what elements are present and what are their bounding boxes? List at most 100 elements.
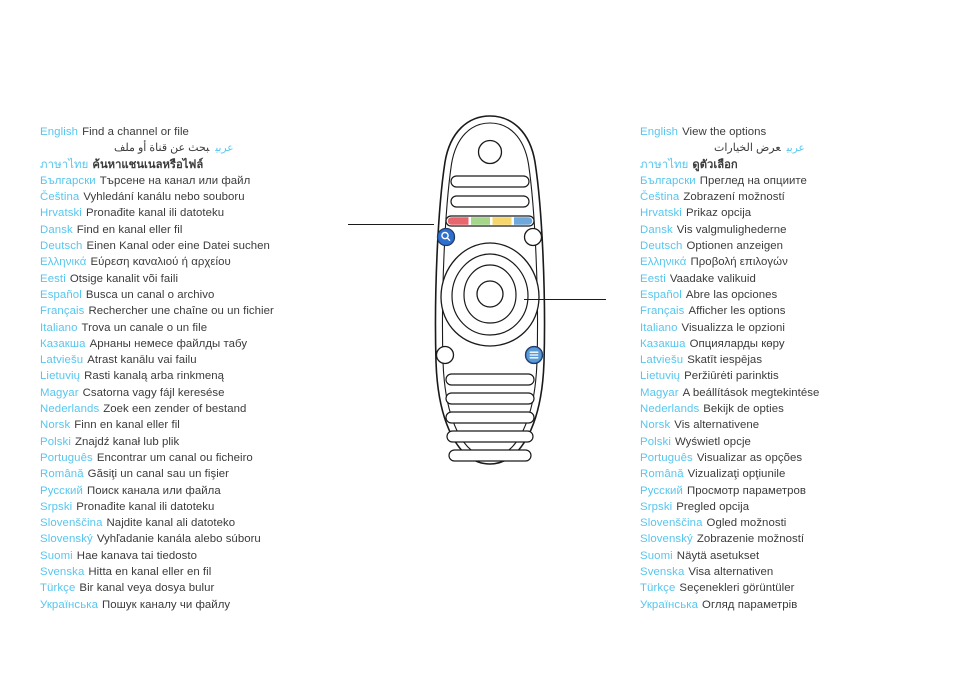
language-row: Italiano Trova un canale o un file [40, 320, 350, 336]
language-label: Čeština [640, 191, 680, 204]
language-translation: Vis alternativene [674, 419, 760, 432]
language-label: Ελληνικά [40, 256, 87, 269]
language-row: Srpski Pronađite kanal ili datoteku [40, 499, 350, 515]
language-label: Hrvatski [640, 207, 682, 220]
language-translation: Търсене на канал или файл [99, 174, 251, 187]
lower-pill-key-3[interactable] [445, 411, 535, 424]
lower-pill-key-1[interactable] [445, 373, 535, 386]
language-label: Français [40, 305, 85, 318]
language-row: Nederlands Bekijk de opties [640, 401, 950, 417]
language-translation: Find a channel or file [82, 126, 189, 138]
language-label: Svenska [40, 566, 85, 579]
language-translation: Hae kanava tai tiedosto [76, 549, 197, 562]
language-translation: Afficher les options [688, 305, 786, 318]
language-translation: Trova un canale o un file [81, 321, 208, 334]
options-button[interactable] [524, 345, 544, 365]
language-row: Română Vizualizaţi opţiunile [640, 466, 950, 482]
language-label: عربي [215, 142, 234, 155]
lower-pill-key-5[interactable] [448, 449, 532, 462]
language-label: Nederlands [40, 403, 100, 416]
language-translation: Abre las opciones [685, 288, 778, 301]
language-label: Polski [40, 435, 71, 448]
lower-pill-key-2[interactable] [445, 392, 535, 405]
language-translation: Опцияларды көру [689, 337, 785, 350]
language-row: Español Abre las opciones [640, 287, 950, 303]
leader-line-options [524, 299, 606, 300]
language-label: ภาษาไทย [640, 158, 689, 171]
color-key-green[interactable] [471, 217, 490, 225]
language-translation: Znajdź kanał lub plik [74, 435, 180, 448]
color-key-yellow[interactable] [492, 217, 512, 225]
language-translation: ดูตัวเลือก [692, 158, 738, 171]
language-label: Polski [640, 435, 671, 448]
language-translation: Поиск канала или файла [86, 484, 221, 497]
language-row: Lietuvių Peržiūrėti parinktis [640, 368, 950, 384]
language-row: English Find a channel or file [40, 124, 350, 140]
lower-pill-key-4[interactable] [446, 430, 534, 443]
language-row: Norsk Vis alternativene [640, 417, 950, 433]
language-row: Română Găsiţi un canal sau un fişier [40, 466, 350, 482]
language-translation: Pregled opcija [676, 500, 750, 513]
ok-button[interactable] [476, 280, 504, 308]
language-row: Svenska Visa alternativen [640, 564, 950, 580]
language-translation: Seçenekleri görüntüler [679, 582, 795, 595]
language-label: Română [40, 468, 84, 481]
language-label: Español [40, 288, 82, 301]
language-label: Română [640, 468, 684, 481]
language-translation: Просмотр параметров [686, 484, 807, 497]
language-row: Türkçe Seçenekleri görüntüler [640, 580, 950, 596]
language-label: Deutsch [640, 240, 683, 253]
language-row: Français Rechercher une chaîne ou un fich… [40, 303, 350, 319]
language-row: Svenska Hitta en kanal eller en fil [40, 564, 350, 580]
language-translation: Zoek een zender of bestand [103, 403, 247, 416]
language-row: Türkçe Bir kanal veya dosya bulur [40, 580, 350, 596]
language-translation: Zobrazenie možností [696, 533, 805, 546]
language-translation: View the options [682, 126, 767, 138]
language-label: Italiano [40, 321, 78, 334]
language-row: Magyar Csatorna vagy fájl keresése [40, 385, 350, 401]
aux-button-bottom-left[interactable] [435, 345, 455, 365]
language-translation: Csatorna vagy fájl keresése [82, 386, 225, 399]
language-label: Magyar [640, 386, 679, 399]
language-row: Nederlands Zoek een zender of bestand [40, 401, 350, 417]
language-label: English [640, 126, 679, 138]
language-translation: Vaadake valikuid [669, 272, 756, 285]
search-button-disc[interactable] [437, 228, 455, 246]
language-label: Hrvatski [40, 207, 82, 220]
color-keys-bar[interactable] [445, 215, 535, 227]
language-list-options: English View the options عربي عرض الخيارات ภ… [640, 124, 950, 613]
language-row: Eesti Vaadake valikuid [640, 271, 950, 287]
language-translation: Finn en kanal eller fil [74, 419, 180, 432]
language-row: English View the options [640, 124, 950, 140]
language-translation: Bir kanal veya dosya bulur [79, 582, 215, 595]
language-label: Български [40, 174, 96, 187]
language-translation: Zobrazení možností [683, 191, 785, 204]
upper-pill-key-1[interactable] [450, 175, 530, 188]
language-translation: عرض الخيارات [714, 142, 781, 155]
language-translation: Bekijk de opties [703, 403, 784, 416]
language-translation: A beállítások megtekintése [682, 386, 820, 399]
language-label: Srpski [640, 500, 673, 513]
color-key-blue[interactable] [514, 217, 533, 225]
language-label: Deutsch [40, 240, 83, 253]
language-translation: Vyhľadanie kanála alebo súboru [96, 533, 261, 546]
language-translation: Pronađite kanal ili datoteku [85, 207, 225, 220]
language-row: Hrvatski Pronađite kanal ili datoteku [40, 205, 350, 221]
language-translation: ค้นหาแชนเนลหรือไฟล์ [92, 158, 204, 171]
upper-pill-key-2[interactable] [450, 195, 530, 208]
language-row: Български Преглед на опциите [640, 173, 950, 189]
aux-button-top-right[interactable] [523, 227, 543, 247]
language-translation: Einen Kanal oder eine Datei suchen [86, 240, 270, 253]
language-row: Українська Пошук каналу чи файлу [40, 597, 350, 613]
language-row: Български Търсене на канал или файл [40, 173, 350, 189]
standby-button[interactable] [477, 139, 503, 165]
language-label: Dansk [40, 223, 73, 236]
language-row: Ελληνικά Προβολή επιλογών [640, 254, 950, 270]
color-key-red[interactable] [447, 217, 469, 225]
language-label: Türkçe [40, 582, 76, 595]
language-label: Čeština [40, 191, 80, 204]
language-label: Suomi [40, 549, 73, 562]
language-translation: Visualizza le opzioni [681, 321, 785, 334]
search-button[interactable] [437, 228, 455, 246]
leader-line-search [348, 224, 434, 225]
